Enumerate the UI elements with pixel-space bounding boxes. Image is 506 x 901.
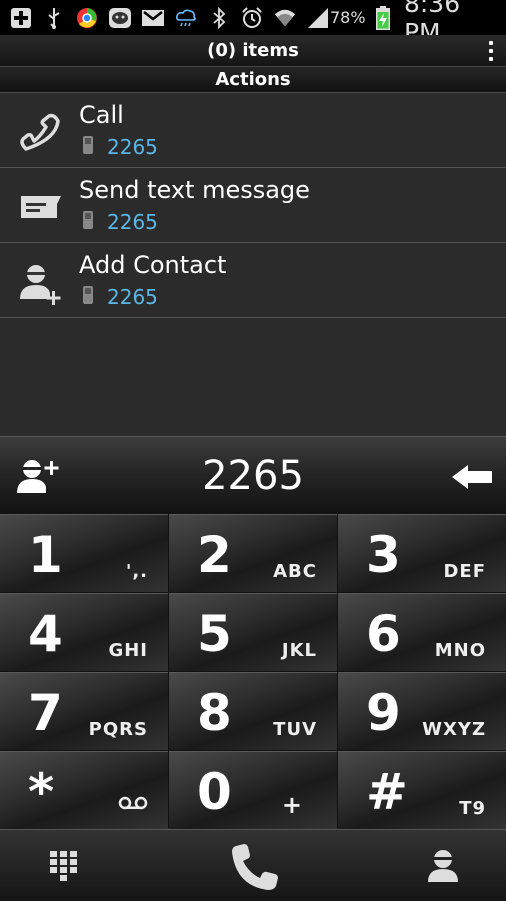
key-letters: WXYZ <box>422 719 486 740</box>
alarm-icon <box>240 6 264 30</box>
key-letters: + <box>281 791 303 819</box>
add-icon <box>9 6 33 30</box>
section-title: Actions <box>215 69 291 90</box>
key-digit: 9 <box>366 684 401 742</box>
overflow-menu-icon[interactable] <box>488 41 494 61</box>
contacts-icon[interactable] <box>426 848 460 888</box>
mobile-phone-icon <box>82 135 94 159</box>
dialpad-icon[interactable] <box>49 850 79 888</box>
signal-icon <box>306 6 330 30</box>
action-add-contact-number: 2265 <box>107 285 158 309</box>
actions-list: Call 2265 Send text message 2265 Add Con… <box>0 93 506 318</box>
bottom-bar <box>0 829 506 901</box>
action-send-text-label: Send text message <box>79 176 310 204</box>
voicemail-icon <box>118 794 148 815</box>
key-digit: * <box>28 763 55 821</box>
key-digit: 5 <box>197 605 232 663</box>
messenger-icon <box>108 6 132 30</box>
call-button[interactable] <box>228 842 280 896</box>
key-digit: 3 <box>366 526 401 584</box>
key-digit: 2 <box>197 526 232 584</box>
key-6[interactable]: 6 MNO <box>338 593 506 671</box>
title-bar: (0) items <box>0 35 506 67</box>
action-add-contact-label: Add Contact <box>79 251 227 279</box>
usb-icon <box>42 6 66 30</box>
phone-handset-icon <box>18 113 64 153</box>
key-digit: # <box>366 763 408 821</box>
dialed-number[interactable]: 2265 <box>0 453 506 499</box>
gmail-icon <box>141 6 165 30</box>
battery-percent: 78% <box>330 8 366 27</box>
key-3[interactable]: 3 DEF <box>338 514 506 592</box>
page-title: (0) items <box>207 40 299 61</box>
key-1[interactable]: 1 ',. <box>0 514 168 592</box>
battery-icon <box>372 5 394 30</box>
action-call-label: Call <box>79 101 124 129</box>
notification-icons <box>0 6 330 30</box>
key-digit: 4 <box>28 605 63 663</box>
key-8[interactable]: 8 TUV <box>169 672 337 750</box>
mobile-phone-icon <box>82 285 94 309</box>
key-letters: ',. <box>125 561 148 582</box>
status-bar: 78% 8:36 PM <box>0 0 506 47</box>
key-7[interactable]: 7 PQRS <box>0 672 168 750</box>
action-send-text[interactable]: Send text message 2265 <box>0 168 506 243</box>
key-letters: MNO <box>434 640 486 661</box>
key-letters: T9 <box>459 798 486 819</box>
mobile-phone-icon <box>82 210 94 234</box>
key-digit: 6 <box>366 605 401 663</box>
key-2[interactable]: 2 ABC <box>169 514 337 592</box>
weather-icon <box>174 6 198 30</box>
action-add-contact[interactable]: Add Contact 2265 <box>0 243 506 318</box>
key-digit: 0 <box>197 763 232 821</box>
action-send-text-number: 2265 <box>107 210 158 234</box>
bluetooth-icon <box>207 6 231 30</box>
key-hash[interactable]: # T9 <box>338 751 506 829</box>
dialed-number-bar: 2265 <box>0 436 506 515</box>
section-header: Actions <box>0 67 506 93</box>
key-0[interactable]: 0 + <box>169 751 337 829</box>
key-letters: TUV <box>273 719 317 740</box>
key-5[interactable]: 5 JKL <box>169 593 337 671</box>
key-letters: JKL <box>281 640 317 661</box>
key-letters: ABC <box>273 561 317 582</box>
key-9[interactable]: 9 WXYZ <box>338 672 506 750</box>
action-call-number: 2265 <box>107 135 158 159</box>
chrome-icon <box>75 6 99 30</box>
key-star[interactable]: * <box>0 751 168 829</box>
key-digit: 7 <box>28 684 63 742</box>
key-letters: PQRS <box>88 719 148 740</box>
action-call[interactable]: Call 2265 <box>0 93 506 168</box>
wifi-icon <box>273 6 297 30</box>
add-contact-icon <box>18 263 64 305</box>
key-letters: DEF <box>443 561 486 582</box>
backspace-icon[interactable] <box>450 463 494 495</box>
key-digit: 1 <box>28 526 63 584</box>
key-digit: 8 <box>197 684 232 742</box>
message-icon <box>18 188 64 228</box>
key-4[interactable]: 4 GHI <box>0 593 168 671</box>
key-letters: GHI <box>108 640 148 661</box>
dial-keypad: 1 ',. 2 ABC 3 DEF 4 GHI 5 JKL 6 MNO 7 PQ… <box>0 514 506 829</box>
